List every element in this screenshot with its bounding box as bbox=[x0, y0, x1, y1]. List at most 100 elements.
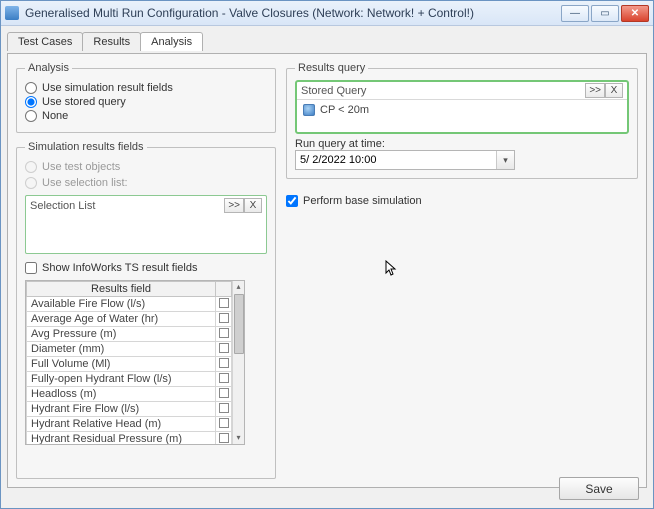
results-field-cell[interactable]: Headloss (m) bbox=[27, 387, 216, 402]
scroll-thumb[interactable] bbox=[234, 294, 244, 354]
content-area: Test Cases Results Analysis Analysis Use… bbox=[1, 26, 653, 508]
results-field-table: Results field Available Fire Flow (l/s)A… bbox=[25, 280, 245, 445]
results-field-checkbox[interactable] bbox=[219, 343, 229, 353]
app-icon bbox=[5, 6, 19, 20]
radio-use-test-objects-input bbox=[25, 161, 37, 173]
stored-query-value[interactable]: CP < 20m bbox=[320, 104, 369, 116]
radio-none-label: None bbox=[42, 110, 68, 122]
query-icon bbox=[303, 104, 315, 116]
selection-list-expand-button[interactable]: >> bbox=[224, 198, 244, 213]
radio-none-input[interactable] bbox=[25, 110, 37, 122]
results-field-checkbox-cell[interactable] bbox=[216, 297, 232, 312]
results-field-checkbox[interactable] bbox=[219, 328, 229, 338]
sim-results-group: Simulation results fields Use test objec… bbox=[16, 141, 276, 479]
radio-use-selection-list: Use selection list: bbox=[25, 177, 267, 189]
radio-use-selection-list-input bbox=[25, 177, 37, 189]
results-field-checkbox-cell[interactable] bbox=[216, 432, 232, 445]
perform-base-checkbox[interactable] bbox=[286, 195, 298, 207]
window-title: Generalised Multi Run Configuration - Va… bbox=[25, 6, 561, 20]
table-row[interactable]: Avg Pressure (m) bbox=[27, 327, 232, 342]
results-query-group: Results query Stored Query >> X CP < 20m bbox=[286, 62, 638, 179]
scroll-down-icon[interactable]: ▾ bbox=[233, 432, 245, 444]
perform-base-row[interactable]: Perform base simulation bbox=[286, 195, 638, 207]
results-field-cell[interactable]: Fully-open Hydrant Flow (l/s) bbox=[27, 372, 216, 387]
results-check-header bbox=[216, 282, 232, 297]
radio-use-fields-label: Use simulation result fields bbox=[42, 82, 173, 94]
results-field-cell[interactable]: Avg Pressure (m) bbox=[27, 327, 216, 342]
table-row[interactable]: Fully-open Hydrant Flow (l/s) bbox=[27, 372, 232, 387]
table-row[interactable]: Hydrant Relative Head (m) bbox=[27, 417, 232, 432]
results-field-cell[interactable]: Hydrant Relative Head (m) bbox=[27, 417, 216, 432]
results-field-checkbox-cell[interactable] bbox=[216, 312, 232, 327]
table-row[interactable]: Hydrant Residual Pressure (m) bbox=[27, 432, 232, 445]
run-query-datetime[interactable]: ▾ bbox=[295, 150, 515, 170]
tabstrip: Test Cases Results Analysis bbox=[7, 32, 647, 51]
sim-results-legend: Simulation results fields bbox=[25, 141, 147, 153]
titlebar[interactable]: Generalised Multi Run Configuration - Va… bbox=[1, 1, 653, 26]
selection-list-box: Selection List >> X bbox=[25, 195, 267, 254]
table-row[interactable]: Hydrant Fire Flow (l/s) bbox=[27, 402, 232, 417]
results-field-checkbox-cell[interactable] bbox=[216, 372, 232, 387]
results-field-cell[interactable]: Available Fire Flow (l/s) bbox=[27, 297, 216, 312]
show-ts-label: Show InfoWorks TS result fields bbox=[42, 262, 198, 274]
table-row[interactable]: Available Fire Flow (l/s) bbox=[27, 297, 232, 312]
stored-query-box: Stored Query >> X CP < 20m bbox=[295, 80, 629, 134]
results-field-checkbox[interactable] bbox=[219, 358, 229, 368]
radio-use-test-objects-label: Use test objects bbox=[42, 161, 120, 173]
tab-analysis[interactable]: Analysis bbox=[140, 32, 203, 51]
close-button[interactable]: ✕ bbox=[621, 5, 649, 22]
results-field-checkbox[interactable] bbox=[219, 373, 229, 383]
run-query-input[interactable] bbox=[296, 152, 496, 168]
results-field-checkbox-cell[interactable] bbox=[216, 417, 232, 432]
results-field-checkbox-cell[interactable] bbox=[216, 327, 232, 342]
results-field-checkbox[interactable] bbox=[219, 418, 229, 428]
selection-list-clear-button[interactable]: X bbox=[244, 198, 262, 213]
results-scrollbar[interactable]: ▴ ▾ bbox=[232, 281, 244, 444]
perform-base-label: Perform base simulation bbox=[303, 195, 422, 207]
tab-test-cases[interactable]: Test Cases bbox=[7, 32, 83, 51]
table-row[interactable]: Headloss (m) bbox=[27, 387, 232, 402]
results-field-checkbox-cell[interactable] bbox=[216, 387, 232, 402]
results-field-checkbox[interactable] bbox=[219, 298, 229, 308]
scroll-up-icon[interactable]: ▴ bbox=[233, 281, 245, 293]
table-row[interactable]: Diameter (mm) bbox=[27, 342, 232, 357]
selection-list-body bbox=[30, 213, 262, 251]
results-field-cell[interactable]: Hydrant Residual Pressure (m) bbox=[27, 432, 216, 445]
show-ts-checkbox[interactable] bbox=[25, 262, 37, 274]
radio-use-fields-input[interactable] bbox=[25, 82, 37, 94]
results-field-checkbox[interactable] bbox=[219, 403, 229, 413]
results-field-checkbox-cell[interactable] bbox=[216, 357, 232, 372]
save-button[interactable]: Save bbox=[559, 477, 639, 500]
results-field-header: Results field bbox=[27, 282, 216, 297]
results-field-cell[interactable]: Full Volume (Ml) bbox=[27, 357, 216, 372]
results-field-checkbox-cell[interactable] bbox=[216, 402, 232, 417]
datetime-dropdown-button[interactable]: ▾ bbox=[496, 151, 514, 169]
tab-panel-analysis: Analysis Use simulation result fields Us… bbox=[7, 53, 647, 488]
radio-none[interactable]: None bbox=[25, 110, 267, 122]
table-row[interactable]: Full Volume (Ml) bbox=[27, 357, 232, 372]
radio-use-stored-input[interactable] bbox=[25, 96, 37, 108]
results-field-checkbox-cell[interactable] bbox=[216, 342, 232, 357]
tab-results[interactable]: Results bbox=[82, 32, 141, 51]
app-window: Generalised Multi Run Configuration - Va… bbox=[0, 0, 654, 509]
selection-list-label: Selection List bbox=[30, 200, 95, 212]
radio-use-stored-label: Use stored query bbox=[42, 96, 126, 108]
radio-use-fields[interactable]: Use simulation result fields bbox=[25, 82, 267, 94]
results-field-checkbox[interactable] bbox=[219, 313, 229, 323]
results-field-checkbox[interactable] bbox=[219, 433, 229, 443]
analysis-group: Analysis Use simulation result fields Us… bbox=[16, 62, 276, 133]
results-field-cell[interactable]: Average Age of Water (hr) bbox=[27, 312, 216, 327]
run-query-label: Run query at time: bbox=[295, 138, 629, 150]
maximize-button[interactable]: ▭ bbox=[591, 5, 619, 22]
results-field-cell[interactable]: Diameter (mm) bbox=[27, 342, 216, 357]
radio-use-test-objects: Use test objects bbox=[25, 161, 267, 173]
show-ts-checkbox-row[interactable]: Show InfoWorks TS result fields bbox=[25, 262, 267, 274]
results-field-cell[interactable]: Hydrant Fire Flow (l/s) bbox=[27, 402, 216, 417]
radio-use-stored[interactable]: Use stored query bbox=[25, 96, 267, 108]
results-query-legend: Results query bbox=[295, 62, 368, 74]
table-row[interactable]: Average Age of Water (hr) bbox=[27, 312, 232, 327]
stored-query-expand-button[interactable]: >> bbox=[585, 83, 605, 98]
results-field-checkbox[interactable] bbox=[219, 388, 229, 398]
stored-query-clear-button[interactable]: X bbox=[605, 83, 623, 98]
minimize-button[interactable]: — bbox=[561, 5, 589, 22]
